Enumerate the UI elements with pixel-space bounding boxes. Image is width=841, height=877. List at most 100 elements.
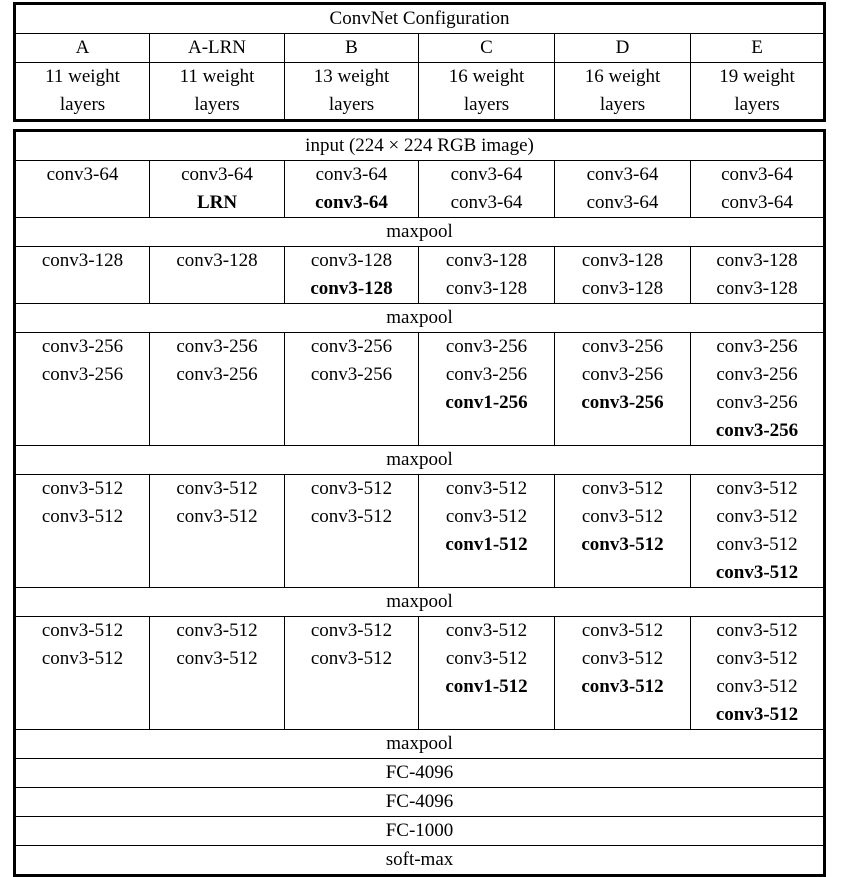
layer-label: conv3-512 [445, 648, 528, 669]
layer-label: conv1-256 [445, 392, 528, 413]
layer-label: conv3-512 [176, 506, 258, 527]
layer-label: conv3-512 [176, 648, 258, 669]
layer-label: conv3-512 [445, 478, 528, 499]
conv-cell-conv512b-col2: conv3-512 conv3-512 [149, 616, 285, 730]
maxpool-row: maxpool [13, 587, 826, 617]
column-depth-d: 16 weight layers [554, 62, 691, 121]
conv-cell-conv256-col1: conv3-256 conv3-256 [14, 332, 150, 446]
layer-label: conv3-512 [716, 534, 798, 555]
conv-cell-conv128-col3: conv3-128 conv3-128 [284, 246, 419, 304]
conv-cell-conv512b-col1: conv3-512 conv3-512 [14, 616, 150, 730]
layer-label: conv3-128 [310, 250, 393, 271]
layer-label: conv3-64 [450, 192, 523, 213]
input-row: input (224 × 224 RGB image) [13, 130, 826, 161]
maxpool-0-row: maxpool [13, 729, 826, 759]
maxpool-cell: maxpool [13, 217, 826, 247]
conv-cell-conv256-col6: conv3-256 conv3-256 conv3-256 conv3-256 [689, 332, 826, 446]
layer-label: conv3-256 [176, 336, 258, 357]
depth-line-1: 19 weight [719, 66, 795, 87]
layer-label: conv3-64 [181, 164, 253, 185]
conv-cell-conv128-col2: conv3-128 [149, 246, 285, 304]
layer-label: conv3-128 [41, 250, 124, 271]
layer-label: conv3-512 [715, 562, 799, 583]
depth-line-1: 13 weight [313, 66, 390, 87]
layer-label: conv3-128 [445, 250, 528, 271]
layer-label: conv3-128 [716, 278, 798, 299]
fc-4096-1-row: FC-4096 [13, 758, 826, 788]
section-divider [13, 122, 823, 129]
layer-label: conv3-512 [41, 620, 124, 641]
fc-4096-1-cell: FC-4096 [13, 758, 826, 788]
layer-label: conv3-512 [445, 506, 528, 527]
layer-label: conv3-256 [445, 336, 528, 357]
column-names-row: A A-LRN B C D E [14, 33, 826, 63]
fc-1000-3-cell: FC-1000 [13, 816, 826, 846]
conv-cell-conv512b-col5: conv3-512 conv3-512 conv3-512 [554, 616, 691, 730]
layer-label: conv3-256 [41, 364, 124, 385]
layer-label: conv3-512 [716, 676, 798, 697]
layer-label: conv3-512 [716, 506, 798, 527]
layer-label: conv3-512 [176, 620, 258, 641]
configuration-header-table: ConvNet Configuration A A-LRN B C D E 11… [13, 2, 827, 122]
depth-line-2: layers [734, 94, 780, 115]
layer-label: conv3-512 [581, 620, 664, 641]
conv-block-conv64: conv3-64 conv3-64 LRN conv3-64 conv3-64 conv3… [14, 160, 826, 218]
conv-cell-conv256-col3: conv3-256 conv3-256 [284, 332, 419, 446]
layer-label: conv3-512 [581, 648, 664, 669]
depth-line-1: 11 weight [179, 66, 255, 87]
layer-label: conv1-512 [445, 534, 528, 555]
conv-cell-conv128-col4: conv3-128 conv3-128 [418, 246, 555, 304]
layer-label: conv3-512 [310, 478, 393, 499]
conv-cell-conv512a-col5: conv3-512 conv3-512 conv3-512 [554, 474, 691, 588]
layer-label: conv3-128 [176, 250, 258, 271]
layer-label: conv3-128 [445, 278, 528, 299]
layer-label: conv3-512 [310, 620, 393, 641]
page-title: ConvNet Configuration [13, 3, 826, 34]
layer-label: conv3-512 [581, 534, 664, 555]
conv-cell-conv512a-col4: conv3-512 conv3-512 conv1-512 [418, 474, 555, 588]
conv-cell-conv64-col1: conv3-64 [14, 160, 150, 218]
depth-line-2: layers [194, 94, 240, 115]
soft-max-4-cell: soft-max [13, 845, 826, 876]
maxpool-cell: maxpool [13, 445, 826, 475]
column-header-a: A [14, 33, 150, 63]
layer-label: conv3-512 [445, 620, 528, 641]
layer-label: conv3-64 [315, 164, 388, 185]
layer-label: conv3-256 [41, 336, 124, 357]
layer-label: conv1-512 [445, 676, 528, 697]
fc-4096-2-cell: FC-4096 [13, 787, 826, 817]
conv-cell-conv128-col6: conv3-128 conv3-128 [689, 246, 826, 304]
conv-cell-conv512b-col4: conv3-512 conv3-512 conv1-512 [418, 616, 555, 730]
layer-label: conv3-256 [310, 336, 393, 357]
maxpool-cell: maxpool [13, 303, 826, 333]
conv-block-conv512a: conv3-512 conv3-512 conv3-512 conv3-512 conv… [14, 474, 826, 588]
layer-label: conv3-512 [41, 648, 124, 669]
configuration-body-table: input (224 × 224 RGB image) conv3-64 conv3… [13, 129, 827, 877]
layer-label: conv3-256 [716, 364, 798, 385]
depth-line-2: layers [599, 94, 646, 115]
layer-label: conv3-64 [721, 192, 793, 213]
layer-label: conv3-256 [310, 364, 393, 385]
layer-label: LRN [196, 192, 238, 213]
layer-label: conv3-512 [581, 506, 664, 527]
layer-label: conv3-64 [450, 164, 523, 185]
layer-label: conv3-512 [310, 506, 393, 527]
layer-label: conv3-256 [715, 420, 799, 441]
layer-label: conv3-256 [581, 392, 664, 413]
layer-label: conv3-64 [586, 164, 659, 185]
input-cell: input (224 × 224 RGB image) [13, 130, 826, 161]
column-header-a-lrn: A-LRN [149, 33, 285, 63]
conv-cell-conv128-col1: conv3-128 [14, 246, 150, 304]
layer-label: conv3-512 [41, 478, 124, 499]
maxpool-0-cell: maxpool [13, 729, 826, 759]
fc-4096-2-row: FC-4096 [13, 787, 826, 817]
maxpool-row: maxpool [13, 303, 826, 333]
layer-label: conv3-128 [581, 278, 664, 299]
conv-cell-conv64-col3: conv3-64 conv3-64 [284, 160, 419, 218]
conv-cell-conv512a-col6: conv3-512 conv3-512 conv3-512 conv3-512 [689, 474, 826, 588]
layer-label: conv3-512 [715, 704, 799, 725]
depth-line-1: 16 weight [584, 66, 661, 87]
layer-label: conv3-64 [46, 164, 119, 185]
layer-label: conv3-512 [716, 478, 798, 499]
conv-cell-conv512a-col2: conv3-512 conv3-512 [149, 474, 285, 588]
